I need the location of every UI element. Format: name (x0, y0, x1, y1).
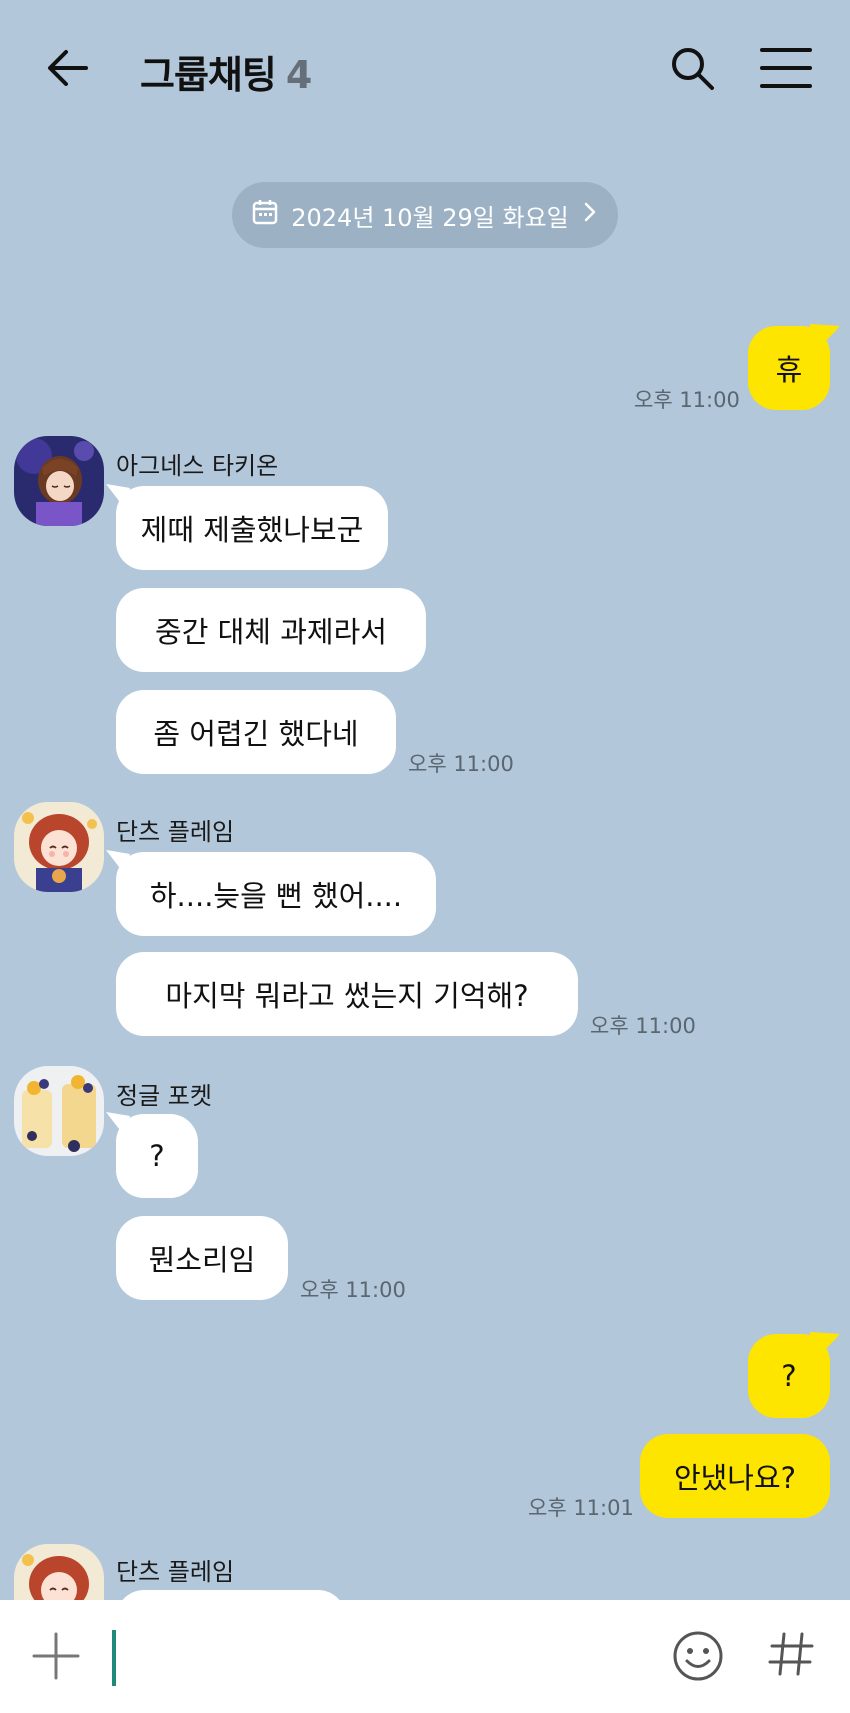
message-input[interactable] (108, 1622, 652, 1694)
their-message-bubble[interactable]: 하....늦을 뻔 했어.... (116, 852, 436, 936)
back-arrow-icon[interactable] (42, 40, 98, 96)
their-message-bubble[interactable]: 좀 어렵긴 했다네 (116, 690, 396, 774)
message-text: 안냈나요? (673, 1461, 797, 1495)
message-time: 오후 11:00 (634, 388, 740, 412)
message-text: 마지막 뭐라고 썼는지 기억해? (165, 979, 529, 1013)
message-input-bar (0, 1600, 850, 1713)
sender-name: 정글 포켓 (116, 1082, 212, 1110)
plus-icon[interactable] (28, 1628, 84, 1684)
chevron-right-icon (581, 200, 599, 230)
message-text: 중간 대체 과제라서 (155, 615, 387, 649)
message-time: 오후 11:00 (408, 752, 514, 776)
search-icon[interactable] (664, 40, 720, 96)
message-text: ? (781, 1359, 797, 1393)
calendar-icon (251, 198, 279, 232)
avatar-jungle-pocket[interactable] (14, 1066, 104, 1156)
message-time: 오후 11:01 (528, 1496, 634, 1520)
avatar-agnes-tachyon[interactable] (14, 436, 104, 526)
chat-room-name: 그룹채팅 (140, 53, 277, 97)
their-message-bubble[interactable]: 마지막 뭐라고 썼는지 기억해? (116, 952, 578, 1036)
message-text: 휴 (775, 353, 803, 387)
date-label: 2024년 10월 29일 화요일 (291, 203, 569, 232)
their-message-bubble[interactable]: 제때 제출했나보군 (116, 486, 388, 570)
hashtag-icon[interactable] (764, 1626, 820, 1682)
member-count: 4 (285, 53, 312, 97)
chat-header: 그룹채팅 4 (0, 0, 850, 140)
message-text: 하....늦을 뻔 했어.... (149, 879, 403, 913)
their-message-bubble[interactable]: 뭔소리임 (116, 1216, 288, 1300)
message-time: 오후 11:00 (590, 1014, 696, 1038)
sender-name: 단츠 플레임 (116, 1558, 235, 1586)
their-message-bubble[interactable]: 중간 대체 과제라서 (116, 588, 426, 672)
my-message-bubble[interactable]: ? (748, 1334, 830, 1418)
message-text: ? (149, 1139, 165, 1173)
my-message-bubble[interactable]: 안냈나요? (640, 1434, 830, 1518)
message-time: 오후 11:00 (300, 1278, 406, 1302)
my-message-bubble[interactable]: 휴 (748, 326, 830, 410)
text-caret (112, 1630, 116, 1686)
emoji-icon[interactable] (670, 1628, 726, 1684)
message-text: 제때 제출했나보군 (140, 513, 364, 547)
avatar-dantsu-flame[interactable] (14, 802, 104, 892)
date-divider[interactable]: 2024년 10월 29일 화요일 (232, 182, 618, 248)
chat-title: 그룹채팅 4 (140, 44, 312, 99)
message-text: 좀 어렵긴 했다네 (153, 717, 359, 751)
hamburger-menu-icon[interactable] (758, 40, 814, 96)
message-text: 뭔소리임 (148, 1243, 256, 1277)
sender-name: 단츠 플레임 (116, 818, 235, 846)
sender-name: 아그네스 타키온 (116, 452, 279, 480)
their-message-bubble[interactable]: ? (116, 1114, 198, 1198)
